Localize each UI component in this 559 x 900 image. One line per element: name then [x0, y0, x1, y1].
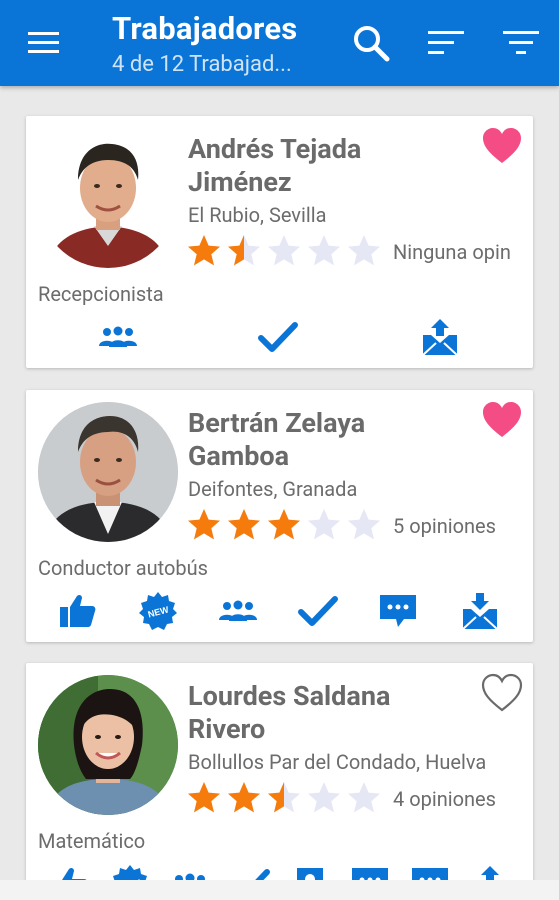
avatar: [38, 675, 178, 815]
worker-name: Andrés Tejada Jiménez: [188, 133, 362, 198]
worker-role: Conductor autobús: [38, 556, 208, 580]
menu-icon[interactable]: [28, 30, 60, 56]
chat-icon[interactable]: [408, 861, 452, 880]
avatar: [38, 402, 178, 542]
check-icon[interactable]: [296, 588, 340, 634]
star-rating: [186, 507, 382, 541]
mail-upload-icon[interactable]: [468, 861, 512, 880]
opinions-count[interactable]: 5 opiniones: [393, 514, 523, 538]
page-subtitle: 4 de 12 Trabajad...: [112, 52, 292, 77]
worker-role: Matemático: [38, 829, 146, 853]
star-icon: [348, 235, 380, 266]
star-icon: [308, 509, 340, 540]
new-badge-icon[interactable]: NEW: [136, 588, 180, 634]
star-icon: [268, 782, 300, 813]
chat-icon[interactable]: [348, 861, 392, 880]
worker-card[interactable]: Lourdes Saldana Rivero Bollullos Par del…: [26, 663, 533, 880]
opinions-count[interactable]: 4 opiniones: [393, 787, 523, 811]
star-icon: [228, 235, 260, 266]
group-icon[interactable]: [96, 314, 140, 360]
star-icon: [228, 509, 260, 540]
filter-icon[interactable]: [500, 22, 542, 64]
favorite-heart-icon[interactable]: [481, 673, 523, 713]
worker-card[interactable]: Bertrán Zelaya Gamboa Deifontes, Granada…: [26, 390, 533, 642]
bottom-edge: [0, 880, 559, 900]
check-icon[interactable]: [228, 861, 272, 880]
action-bar: NEW: [26, 861, 533, 880]
star-icon: [348, 509, 380, 540]
worker-location: Bollullos Par del Condado, Huelva: [188, 750, 487, 774]
star-rating: [186, 233, 382, 267]
group-icon[interactable]: [216, 588, 260, 634]
worker-list[interactable]: Andrés Tejada Jiménez El Rubio, Sevilla …: [0, 86, 559, 880]
star-icon: [188, 509, 220, 540]
avatar: [38, 128, 178, 268]
star-icon: [348, 782, 380, 813]
star-icon: [188, 782, 220, 813]
star-icon: [268, 509, 300, 540]
contact-icon[interactable]: [288, 861, 332, 880]
chat-icon[interactable]: [376, 588, 420, 634]
thumbs-up-icon[interactable]: [56, 588, 100, 634]
action-bar: [26, 314, 533, 360]
search-icon[interactable]: [350, 22, 392, 64]
favorite-heart-icon[interactable]: [481, 400, 523, 440]
star-icon: [308, 782, 340, 813]
star-icon: [308, 235, 340, 266]
worker-location: Deifontes, Granada: [188, 477, 358, 501]
thumbs-up-icon[interactable]: [48, 861, 92, 880]
worker-card[interactable]: Andrés Tejada Jiménez El Rubio, Sevilla …: [26, 116, 533, 368]
page-title: Trabajadores: [112, 10, 298, 47]
check-icon[interactable]: [256, 314, 300, 360]
app-bar: Trabajadores 4 de 12 Trabajad...: [0, 0, 559, 86]
action-bar: NEW: [26, 588, 533, 634]
star-rating: [186, 780, 382, 814]
favorite-heart-icon[interactable]: [481, 126, 523, 166]
mail-download-icon[interactable]: [458, 588, 502, 634]
new-badge-icon[interactable]: NEW: [108, 861, 152, 880]
star-icon: [188, 235, 220, 266]
sort-icon[interactable]: [425, 22, 467, 64]
worker-name: Bertrán Zelaya Gamboa: [188, 407, 366, 472]
star-icon: [268, 235, 300, 266]
opinions-count[interactable]: Ninguna opin: [393, 240, 523, 264]
group-icon[interactable]: [168, 861, 212, 880]
worker-name: Lourdes Saldana Rivero: [188, 680, 391, 745]
worker-role: Recepcionista: [38, 282, 164, 306]
star-icon: [228, 782, 260, 813]
worker-location: El Rubio, Sevilla: [188, 203, 327, 227]
mail-upload-icon[interactable]: [418, 314, 462, 360]
